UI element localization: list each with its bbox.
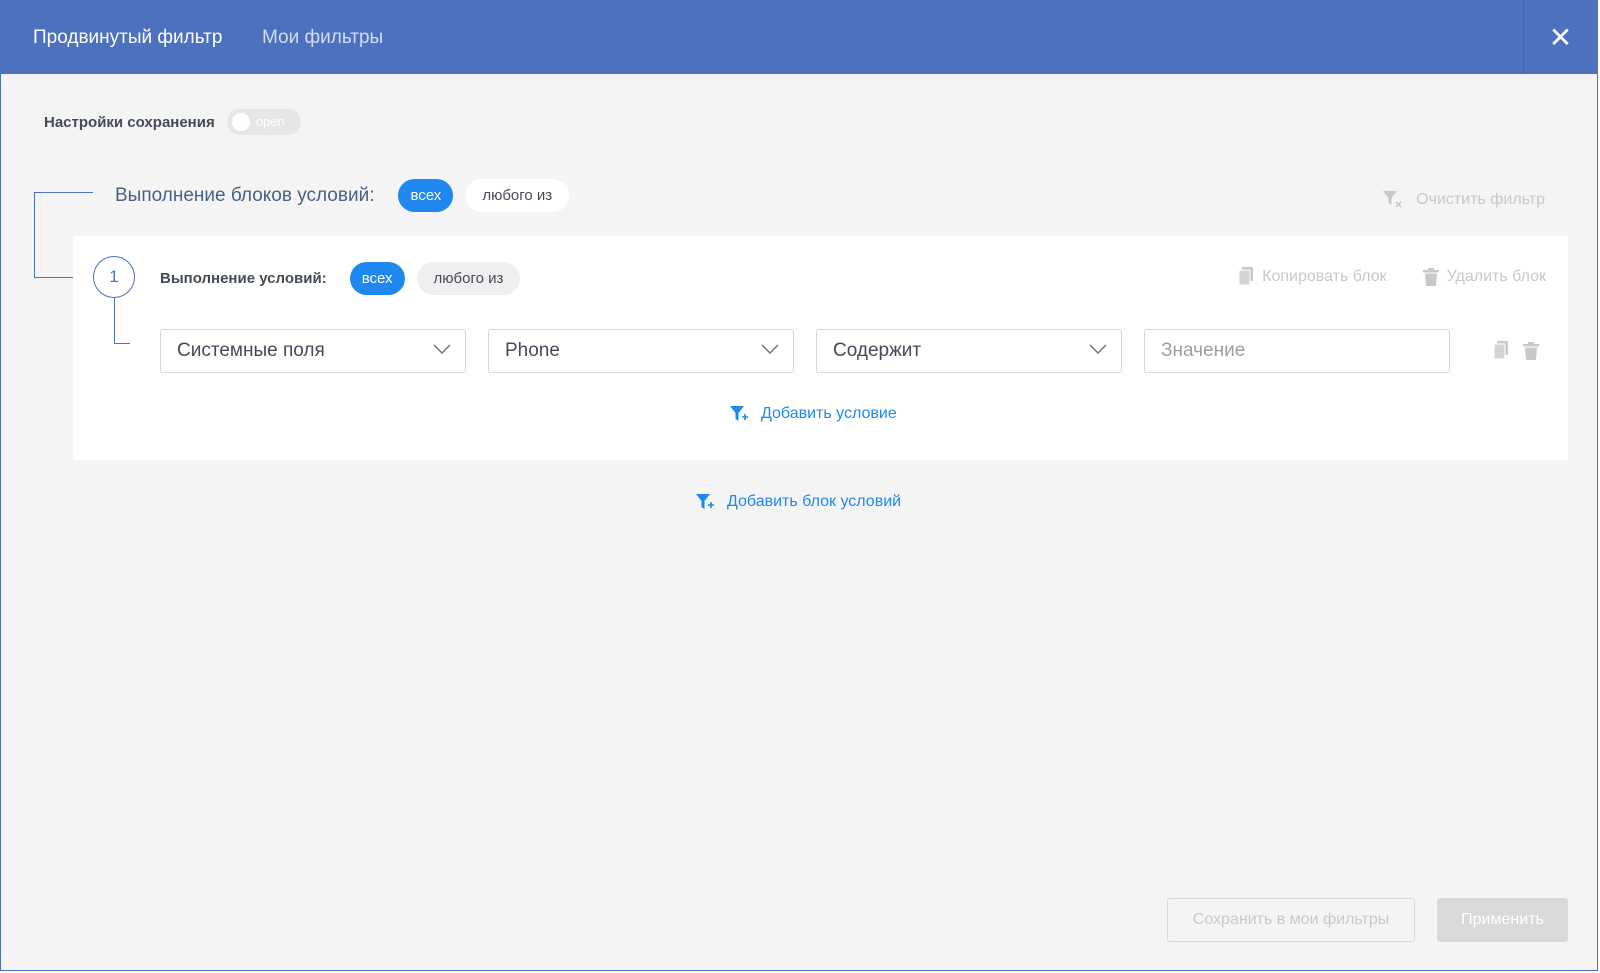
value-placeholder: Значение — [1161, 340, 1246, 361]
filter-add-icon — [730, 406, 748, 421]
conditions-logic-any-pill[interactable]: любого из — [416, 262, 521, 295]
delete-block-button[interactable]: Удалить блок — [1422, 267, 1546, 286]
advanced-filter-dialog: Продвинутый фильтр Мои фильтры ✕ Настрой… — [0, 0, 1598, 971]
dialog-header: Продвинутый фильтр Мои фильтры ✕ — [1, 1, 1597, 74]
operator-select[interactable]: Содержит — [816, 329, 1122, 373]
add-block-button[interactable]: Добавить блок условий — [695, 493, 901, 511]
clear-filter-label: Очистить фильтр — [1416, 191, 1545, 208]
chevron-down-icon — [1089, 344, 1107, 354]
field-select[interactable]: Phone — [488, 329, 794, 373]
copy-block-label: Копировать блок — [1262, 267, 1387, 285]
operator-value: Содержит — [833, 340, 922, 361]
trash-icon — [1422, 267, 1439, 286]
blocks-logic-any-pill[interactable]: любого из — [465, 179, 570, 212]
close-icon: ✕ — [1548, 22, 1573, 53]
save-to-my-filters-button[interactable]: Сохранить в мои фильтры — [1167, 898, 1415, 942]
apply-button[interactable]: Применить — [1437, 898, 1568, 942]
blocks-logic-label: Выполнение блоков условий: — [115, 184, 375, 206]
value-input[interactable]: Значение — [1144, 329, 1450, 373]
add-condition-label: Добавить условие — [761, 405, 897, 422]
close-button[interactable]: ✕ — [1523, 1, 1597, 74]
delete-block-label: Удалить блок — [1446, 267, 1546, 285]
blocks-logic-all-pill[interactable]: всех — [398, 179, 454, 212]
add-block-label: Добавить блок условий — [727, 493, 902, 510]
copy-condition-icon[interactable] — [1493, 341, 1509, 360]
chevron-down-icon — [433, 344, 451, 354]
save-settings-label: Настройки сохранения — [44, 113, 215, 131]
chevron-down-icon — [761, 344, 779, 354]
save-settings-row: Настройки сохранения open — [44, 109, 301, 135]
add-condition-button[interactable]: Добавить условие — [729, 405, 897, 423]
toggle-knob — [231, 113, 250, 131]
condition-row-actions — [1493, 341, 1539, 360]
tab-advanced-filter[interactable]: Продвинутый фильтр — [33, 27, 222, 49]
clear-filter-button[interactable]: Очистить фильтр — [1382, 190, 1545, 210]
copy-block-button[interactable]: Копировать блок — [1238, 267, 1387, 286]
block-number-badge: 1 — [93, 256, 135, 298]
conditions-logic-all-pill[interactable]: всех — [349, 262, 405, 295]
blocks-logic-row: Выполнение блоков условий: всех любого и… — [115, 179, 581, 212]
filter-add-icon — [696, 494, 714, 509]
conditions-bracket-line — [114, 298, 130, 344]
block-actions: Копировать блок Удалить блок — [1238, 267, 1546, 286]
save-settings-toggle[interactable]: open — [226, 109, 301, 135]
field-group-select[interactable]: Системные поля — [160, 329, 466, 373]
field-group-value: Системные поля — [177, 340, 325, 361]
toggle-text: open — [255, 114, 285, 129]
field-value: Phone — [505, 340, 560, 361]
conditions-logic-label: Выполнение условий: — [160, 270, 327, 287]
conditions-logic-row: Выполнение условий: всех любого из — [160, 262, 532, 295]
copy-icon — [1238, 267, 1254, 286]
filter-clear-icon — [1383, 191, 1402, 208]
delete-condition-icon[interactable] — [1523, 341, 1539, 360]
tab-my-filters[interactable]: Мои фильтры — [262, 27, 383, 49]
condition-block: 1 Выполнение условий: всех любого из Коп… — [73, 236, 1568, 460]
